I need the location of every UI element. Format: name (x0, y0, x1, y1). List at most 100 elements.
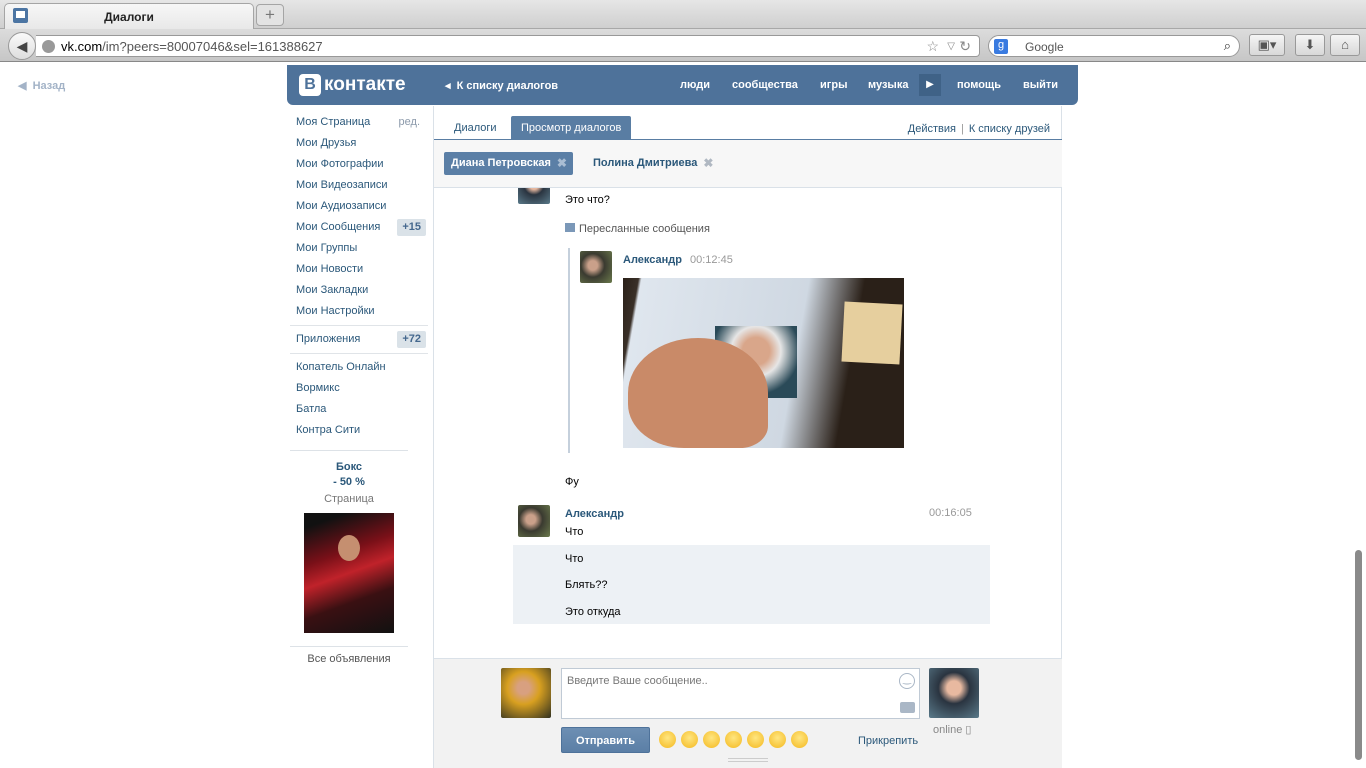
dialog-chip[interactable]: Полина Дмитриева ✖ (586, 152, 719, 175)
back-to-dialogs-label: К списку диалогов (456, 80, 559, 92)
send-button[interactable]: Отправить (561, 727, 650, 753)
message-text: Это откуда (565, 606, 621, 618)
downloads-icon[interactable]: ⬇ (1295, 34, 1325, 56)
page-scrollbar[interactable] (1355, 550, 1362, 760)
attach-link[interactable]: Прикрепить (858, 735, 918, 747)
nav-communities[interactable]: сообщества (732, 79, 798, 91)
menu-videos[interactable]: Мои Видеозаписи (290, 175, 428, 196)
vk-logo[interactable]: Вконтакте (299, 74, 406, 96)
avatar[interactable] (518, 188, 550, 204)
browser-toolbar: vk.com/im?peers=80007046&sel=161388627 ☆… (0, 29, 1366, 62)
attached-photo[interactable] (623, 278, 904, 448)
nav-music[interactable]: музыка (868, 79, 908, 91)
emoji-relieved-icon[interactable] (703, 731, 720, 748)
resize-grip[interactable] (728, 758, 768, 762)
browser-tab[interactable]: Диалоги (4, 3, 254, 29)
menu-label: Мои Группы (296, 242, 358, 254)
menu-bookmarks[interactable]: Мои Закладки (290, 280, 428, 301)
forwarded-author[interactable]: Александр (623, 254, 682, 266)
browser-tab-bar: Диалоги + (0, 0, 1366, 29)
divider (290, 325, 428, 326)
forward-line (568, 248, 570, 453)
menu-apps[interactable]: Приложения +72 (290, 329, 428, 350)
menu-settings[interactable]: Мои Настройки (290, 301, 428, 322)
nav-games[interactable]: игры (820, 79, 847, 91)
back-to-dialogs-link[interactable]: ◂ К списку диалогов (445, 79, 558, 92)
divider (290, 353, 428, 354)
left-menu: Моя Страница ред. Мои Друзья Мои Фотограф… (290, 112, 428, 441)
message-text: Что (565, 526, 584, 538)
forward-icon (565, 223, 575, 232)
history-dropdown-icon[interactable]: ▽ (947, 41, 955, 52)
home-icon[interactable]: ⌂ (1330, 34, 1360, 56)
close-icon[interactable]: ✖ (703, 152, 713, 175)
menu-messages[interactable]: Мои Сообщения +15 (290, 217, 428, 238)
menu-my-page[interactable]: Моя Страница ред. (290, 112, 428, 133)
emoji-rolling-eyes-icon[interactable] (659, 731, 676, 748)
new-tab-button[interactable]: + (256, 4, 284, 26)
actions-link[interactable]: Действия (908, 123, 956, 135)
emoji-tears-of-joy-icon[interactable] (791, 731, 808, 748)
emoji-kiss-heart-icon[interactable] (725, 731, 742, 748)
message-author[interactable]: Александр (565, 508, 624, 520)
app-item[interactable]: Контра Сити (290, 420, 428, 441)
emoji-kiss-icon[interactable] (747, 731, 764, 748)
menu-label: Моя Страница (296, 116, 371, 128)
message-time: 00:16:05 (929, 507, 972, 519)
bookmarks-button[interactable]: ▣▾ (1249, 34, 1285, 56)
app-label: Копатель Онлайн (296, 361, 386, 373)
close-icon[interactable]: ✖ (557, 152, 567, 175)
page-back-label: Назад (32, 80, 66, 92)
forwarded-header: Пересланные сообщения (565, 223, 710, 235)
ad-image[interactable] (304, 513, 394, 633)
ad-block[interactable]: Бокс - 50 % Страница (290, 450, 408, 633)
emoji-fearful-icon[interactable] (769, 731, 786, 748)
nav-more-arrow-icon[interactable]: ▶ (919, 74, 941, 96)
menu-label: Мои Фотографии (296, 158, 384, 170)
app-label: Батла (296, 403, 327, 415)
forwarded-label: Пересланные сообщения (579, 223, 710, 235)
message-history: Это что? Пересланные сообщения Александр… (434, 188, 1062, 658)
friends-list-link[interactable]: К списку друзей (969, 123, 1050, 135)
camera-icon[interactable] (900, 702, 915, 713)
online-label: online (933, 724, 963, 736)
avatar[interactable] (518, 505, 550, 537)
emoji-grin-icon[interactable] (681, 731, 698, 748)
app-item[interactable]: Батла (290, 399, 428, 420)
back-button[interactable]: ◀ (8, 32, 36, 60)
ad-title[interactable]: Бокс (290, 460, 408, 475)
bookmark-star-icon[interactable]: ☆ (926, 38, 939, 55)
separator: | (960, 123, 964, 135)
all-ads-link[interactable]: Все объявления (290, 646, 408, 665)
my-avatar[interactable] (501, 668, 551, 718)
nav-logout[interactable]: выйти (1023, 79, 1058, 91)
edit-link[interactable]: ред. (399, 112, 420, 133)
menu-audio[interactable]: Мои Аудиозаписи (290, 196, 428, 217)
vk-header: Вконтакте ◂ К списку диалогов люди сообщ… (287, 65, 1078, 105)
menu-news[interactable]: Мои Новости (290, 259, 428, 280)
messages-badge: +15 (397, 219, 426, 236)
menu-label: Мои Сообщения (296, 221, 381, 233)
app-item[interactable]: Копатель Онлайн (290, 357, 428, 378)
dialog-chip-active[interactable]: Диана Петровская ✖ (444, 152, 573, 175)
menu-photos[interactable]: Мои Фотографии (290, 154, 428, 175)
menu-label: Мои Друзья (296, 137, 357, 149)
menu-friends[interactable]: Мои Друзья (290, 133, 428, 154)
search-box[interactable]: g Google ⌕ (988, 35, 1240, 57)
tab-view-dialogs[interactable]: Просмотр диалогов (511, 116, 632, 140)
avatar[interactable] (580, 251, 612, 283)
search-icon[interactable]: ⌕ (1224, 38, 1231, 54)
nav-people[interactable]: люди (680, 79, 710, 91)
page-back-link[interactable]: ◀ Назад (18, 79, 65, 92)
companion-avatar[interactable] (929, 668, 979, 718)
tab-dialogs[interactable]: Диалоги (444, 116, 507, 140)
smiley-icon[interactable]: ‿ (899, 673, 915, 689)
nav-help[interactable]: помощь (957, 79, 1001, 91)
reload-icon[interactable]: ↻ (959, 38, 971, 55)
app-item[interactable]: Вормикс (290, 378, 428, 399)
message-input[interactable]: Введите Ваше сообщение.. ‿ (561, 668, 920, 719)
message-text: Это что? (565, 194, 610, 206)
chip-label: Полина Дмитриева (593, 157, 698, 169)
menu-groups[interactable]: Мои Группы (290, 238, 428, 259)
address-bar[interactable]: vk.com/im?peers=80007046&sel=161388627 ☆… (36, 35, 980, 57)
